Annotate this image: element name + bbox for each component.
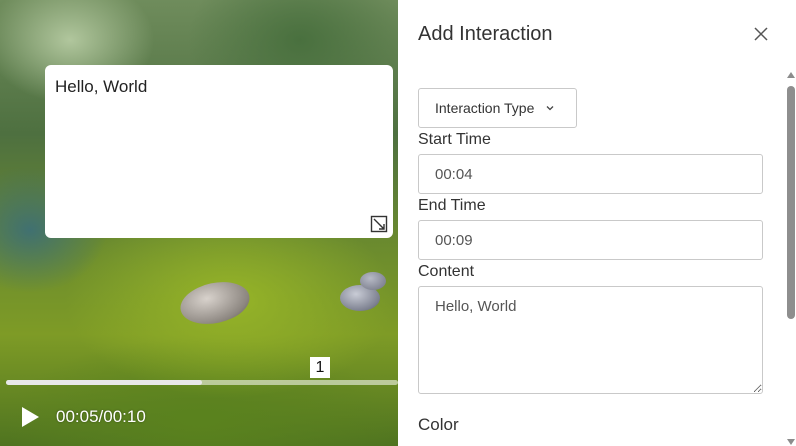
panel-title: Add Interaction: [418, 23, 553, 45]
content-textarea[interactable]: Hello, World: [418, 286, 763, 394]
add-interaction-panel: Add Interaction Interaction Type Start T…: [398, 0, 796, 446]
interaction-type-label: Interaction Type: [435, 100, 535, 116]
progress-bar[interactable]: [6, 380, 398, 385]
interaction-overlay[interactable]: Hello, World: [45, 65, 393, 238]
resize-icon[interactable]: [370, 215, 388, 233]
overlay-text: Hello, World: [55, 77, 148, 96]
start-time-label: Start Time: [418, 131, 491, 148]
scroll-up-icon[interactable]: [787, 72, 795, 78]
progress-fill: [6, 380, 202, 385]
scroll-down-icon[interactable]: [787, 439, 795, 445]
scroll-thumb[interactable]: [787, 86, 795, 319]
scene-rock: [360, 272, 386, 290]
color-label: Color: [418, 415, 459, 434]
time-display: 00:05/00:10: [56, 407, 146, 426]
end-time-label: End Time: [418, 197, 486, 214]
interaction-type-dropdown[interactable]: Interaction Type: [418, 88, 577, 128]
end-time-input[interactable]: [418, 220, 763, 260]
start-time-input[interactable]: [418, 154, 763, 194]
interaction-marker[interactable]: 1: [310, 357, 330, 378]
play-icon[interactable]: [19, 406, 41, 428]
scene-rock: [176, 276, 254, 330]
video-player[interactable]: Hello, World 1 00:05/00:10: [0, 0, 398, 446]
panel-scrollbar[interactable]: [786, 70, 796, 446]
chevron-down-icon: [546, 106, 554, 111]
close-icon[interactable]: [752, 25, 770, 43]
content-label: Content: [418, 263, 475, 280]
